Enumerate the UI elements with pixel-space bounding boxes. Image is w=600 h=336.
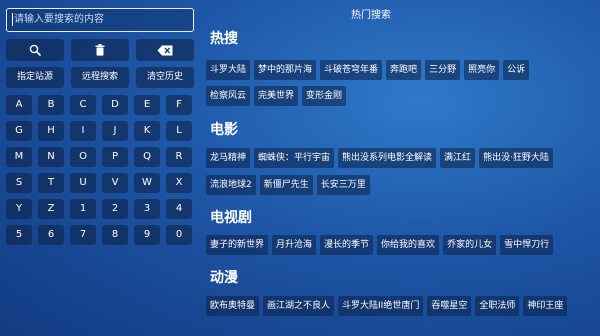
- search-tag[interactable]: 照亮你: [464, 60, 500, 80]
- clear-history-button[interactable]: 清空历史: [136, 67, 194, 88]
- search-tag[interactable]: 神印王座: [523, 296, 568, 316]
- key-9[interactable]: 9: [134, 225, 160, 245]
- search-tag[interactable]: 画江湖之不良人: [263, 296, 335, 316]
- key-i[interactable]: I: [70, 121, 96, 141]
- search-tag[interactable]: 熊出没系列电影全解读: [338, 148, 437, 168]
- backspace-icon: [157, 45, 173, 55]
- section-title-hot: 热搜: [210, 31, 238, 47]
- key-b[interactable]: B: [38, 95, 64, 115]
- key-u[interactable]: U: [70, 173, 96, 193]
- section-title-movie: 电影: [210, 122, 238, 138]
- key-m[interactable]: M: [6, 147, 32, 167]
- key-q[interactable]: Q: [134, 147, 160, 167]
- function-row: 指定站源 远程搜索 清空历史: [6, 67, 196, 88]
- trash-icon: [95, 44, 105, 56]
- section-title-anime: 动漫: [210, 270, 238, 286]
- search-tag[interactable]: 斗罗大陆II绝世唐门: [338, 296, 424, 316]
- tag-row-movie-2: 流浪地球2 新僵尸先生 长安三万里: [206, 175, 370, 195]
- text-caret: [12, 12, 13, 26]
- search-button[interactable]: [6, 39, 64, 61]
- backspace-button[interactable]: [136, 39, 194, 61]
- key-k[interactable]: K: [134, 121, 160, 141]
- key-e[interactable]: E: [134, 95, 160, 115]
- key-1[interactable]: 1: [70, 199, 96, 219]
- search-tag[interactable]: 斗罗大陆: [206, 60, 251, 80]
- search-tag[interactable]: 满江红: [440, 148, 476, 168]
- delete-button[interactable]: [71, 39, 129, 61]
- key-n[interactable]: N: [38, 147, 64, 167]
- key-3[interactable]: 3: [134, 199, 160, 219]
- key-l[interactable]: L: [166, 121, 192, 141]
- key-w[interactable]: W: [134, 173, 160, 193]
- search-tag[interactable]: 龙马精神: [206, 148, 251, 168]
- key-2[interactable]: 2: [102, 199, 128, 219]
- search-tag[interactable]: 新僵尸先生: [259, 175, 313, 195]
- section-title-tv: 电视剧: [210, 210, 252, 226]
- key-0[interactable]: 0: [166, 225, 192, 245]
- key-z[interactable]: Z: [38, 199, 64, 219]
- key-o[interactable]: O: [70, 147, 96, 167]
- key-g[interactable]: G: [6, 121, 32, 141]
- remote-search-button[interactable]: 远程搜索: [71, 67, 129, 88]
- search-tag[interactable]: 长安三万里: [316, 175, 370, 195]
- search-tag[interactable]: 雪中悍刀行: [500, 235, 554, 255]
- search-tag[interactable]: 完美世界: [254, 86, 299, 106]
- key-d[interactable]: D: [102, 95, 128, 115]
- search-tag[interactable]: 变形金刚: [302, 86, 347, 106]
- key-8[interactable]: 8: [102, 225, 128, 245]
- search-tag[interactable]: 欧布奥特曼: [206, 296, 260, 316]
- search-tag[interactable]: 全职法师: [475, 296, 520, 316]
- key-5[interactable]: 5: [6, 225, 32, 245]
- tag-row-tv-1: 妻子的新世界 月升沧海 漫长的季节 你给我的喜欢 乔家的儿女 雪中悍刀行: [206, 235, 554, 255]
- search-tag[interactable]: 梦中的那片海: [254, 60, 317, 80]
- tag-row-hot-2: 检察风云 完美世界 变形金刚: [206, 86, 347, 106]
- tag-row-hot-1: 斗罗大陆 梦中的那片海 斗破苍穹年番 奔跑吧 三分野 照亮你 公诉: [206, 60, 530, 80]
- key-h[interactable]: H: [38, 121, 64, 141]
- key-4[interactable]: 4: [166, 199, 192, 219]
- key-y[interactable]: Y: [6, 199, 32, 219]
- key-j[interactable]: J: [102, 121, 128, 141]
- search-input[interactable]: 请输入要搜索的内容: [6, 8, 194, 32]
- key-p[interactable]: P: [102, 147, 128, 167]
- key-c[interactable]: C: [70, 95, 96, 115]
- search-tag[interactable]: 蜘蛛侠：平行宇宙: [254, 148, 335, 168]
- key-s[interactable]: S: [6, 173, 32, 193]
- key-6[interactable]: 6: [38, 225, 64, 245]
- tag-row-movie-1: 龙马精神 蜘蛛侠：平行宇宙 熊出没系列电影全解读 满江红 熊出没·狂野大陆: [206, 148, 553, 168]
- select-source-button[interactable]: 指定站源: [6, 67, 64, 88]
- key-f[interactable]: F: [166, 95, 192, 115]
- search-tag[interactable]: 斗破苍穹年番: [320, 60, 383, 80]
- tool-row: [6, 39, 196, 61]
- search-icon: [29, 44, 41, 56]
- search-tag[interactable]: 公诉: [503, 60, 530, 80]
- search-tag[interactable]: 三分野: [425, 60, 461, 80]
- search-tag[interactable]: 检察风云: [206, 86, 251, 106]
- search-tag[interactable]: 吞噬星空: [427, 296, 472, 316]
- keyboard-panel: 请输入要搜索的内容 指定站源 远程搜索 清空历史 ABCDEF GHIJKL MNO…: [6, 8, 196, 245]
- key-a[interactable]: A: [6, 95, 32, 115]
- key-t[interactable]: T: [38, 173, 64, 193]
- search-tag[interactable]: 熊出没·狂野大陆: [479, 148, 553, 168]
- search-tag[interactable]: 月升沧海: [272, 235, 317, 255]
- key-grid: ABCDEF GHIJKL MNOPQR STUVWX YZ1234 567890: [6, 95, 196, 245]
- search-tag[interactable]: 流浪地球2: [206, 175, 256, 195]
- search-placeholder: 请输入要搜索的内容: [14, 14, 104, 25]
- key-v[interactable]: V: [102, 173, 128, 193]
- search-tag[interactable]: 奔跑吧: [386, 60, 422, 80]
- key-r[interactable]: R: [166, 147, 192, 167]
- search-tag[interactable]: 漫长的季节: [320, 235, 374, 255]
- tag-row-anime-1: 欧布奥特曼 画江湖之不良人 斗罗大陆II绝世唐门 吞噬星空 全职法师 神印王座: [206, 296, 568, 316]
- hot-search-title: 热门搜索: [351, 10, 391, 21]
- search-tag[interactable]: 你给我的喜欢: [377, 235, 440, 255]
- search-tag[interactable]: 妻子的新世界: [206, 235, 269, 255]
- search-tag[interactable]: 乔家的儿女: [443, 235, 497, 255]
- key-x[interactable]: X: [166, 173, 192, 193]
- key-7[interactable]: 7: [70, 225, 96, 245]
